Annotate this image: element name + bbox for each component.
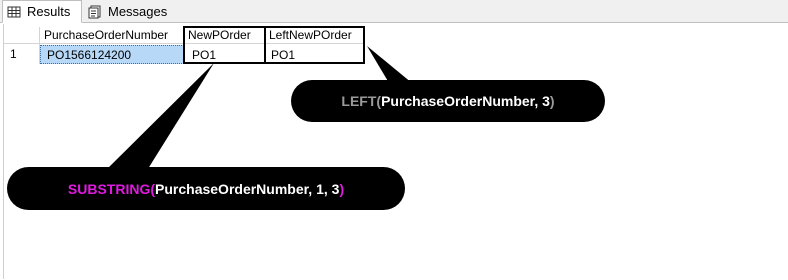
substring-function-args: PurchaseOrderNumber, 1, 3 (155, 180, 340, 197)
substring-function-name: SUBSTRING (67, 180, 151, 197)
leftnewporder-highlight-box (264, 26, 365, 64)
left-function-name: LEFT (341, 93, 377, 109)
left-function-callout: LEFT(PurchaseOrderNumber, 3) (291, 80, 605, 122)
substring-callout-pointer (104, 63, 214, 172)
grid-cell-purchaseordernumber[interactable]: PO1566124200 (40, 45, 184, 64)
row-number[interactable]: 1 (4, 44, 40, 64)
column-header-purchaseordernumber[interactable]: PurchaseOrderNumber (40, 27, 184, 44)
substring-function-callout: SUBSTRING(PurchaseOrderNumber, 1, 3) (7, 167, 405, 210)
grid-corner-header[interactable] (4, 27, 40, 44)
left-function-args: PurchaseOrderNumber, 3 (381, 93, 550, 109)
left-close-paren: ) (549, 93, 555, 109)
newporder-highlight-box (183, 26, 266, 64)
substring-close-paren: ) (339, 180, 345, 197)
